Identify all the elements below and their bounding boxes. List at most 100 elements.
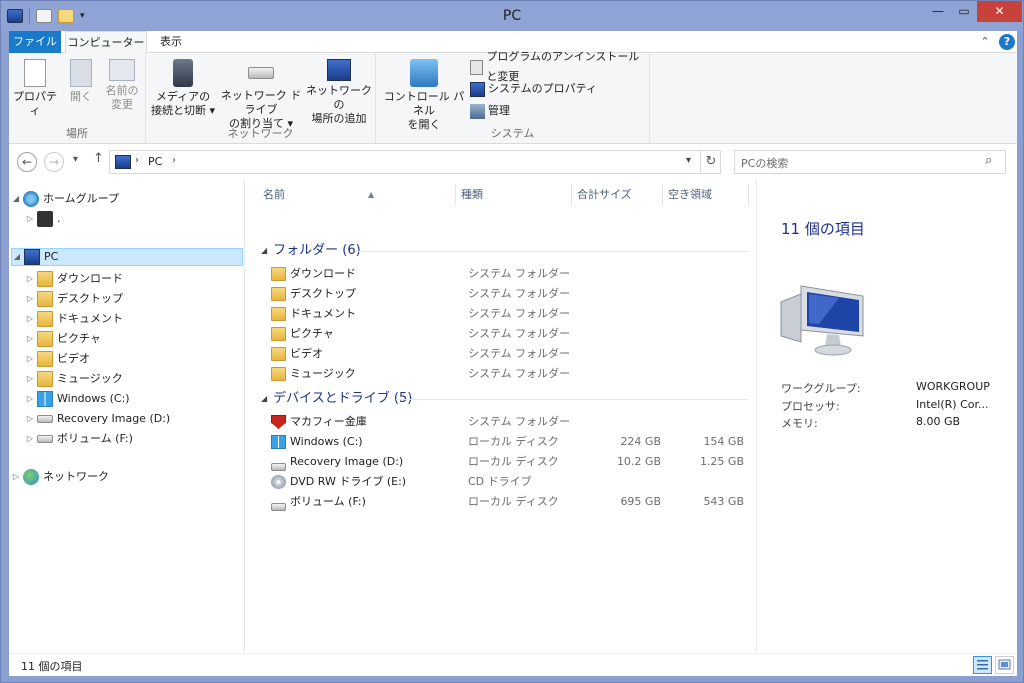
- tree-expand-icon[interactable]: ▷: [25, 390, 35, 408]
- tree-expand-icon[interactable]: ▷: [25, 370, 35, 388]
- details-view-button[interactable]: [973, 656, 992, 674]
- tree-item-user[interactable]: ▷ .: [25, 210, 61, 228]
- column-divider[interactable]: [748, 184, 749, 206]
- item-type: ローカル ディスク: [468, 495, 559, 508]
- list-item[interactable]: デスクトップ システム フォルダー: [261, 284, 756, 304]
- manage-icon: [470, 103, 485, 119]
- list-item[interactable]: ビデオ システム フォルダー: [261, 344, 756, 364]
- properties-button[interactable]: プロパティ: [12, 59, 58, 118]
- tree-expand-icon[interactable]: ▷: [25, 410, 35, 428]
- list-item[interactable]: マカフィー金庫 システム フォルダー: [261, 412, 756, 432]
- tree-item-pictures[interactable]: ▷ ピクチャ: [25, 330, 101, 348]
- search-icon[interactable]: ⌕: [985, 153, 992, 168]
- tree-item-homegroup[interactable]: ◢ ホームグループ: [11, 190, 119, 208]
- list-item[interactable]: ピクチャ システム フォルダー: [261, 324, 756, 344]
- tree-item-downloads[interactable]: ▷ ダウンロード: [25, 270, 123, 288]
- help-icon[interactable]: ?: [999, 34, 1015, 50]
- media-connect-button[interactable]: メディアの 接続と切断 ▾: [150, 59, 216, 118]
- map-drive-label-1: ネットワーク ドライブ: [220, 89, 302, 116]
- item-free-space: 543 GB: [703, 495, 744, 508]
- up-button[interactable]: ↑: [93, 151, 104, 166]
- tree-item-pc[interactable]: ◢ PC: [11, 248, 243, 266]
- column-header-total-size[interactable]: 合計サイズ: [577, 184, 662, 206]
- group-collapse-icon[interactable]: ◢: [261, 241, 267, 261]
- tree-expand-icon[interactable]: ▷: [25, 430, 35, 448]
- tree-expand-icon[interactable]: ▷: [11, 468, 21, 486]
- rename-button[interactable]: 名前の 変更: [101, 59, 143, 112]
- system-properties-button[interactable]: システムのプロパティ: [470, 79, 597, 99]
- item-name: ボリューム (F:): [290, 495, 366, 508]
- group-header-devices[interactable]: ◢ デバイスとドライブ (5): [261, 389, 412, 409]
- item-type: システム フォルダー: [468, 327, 571, 340]
- tree-item-music[interactable]: ▷ ミュージック: [25, 370, 123, 388]
- minimize-button[interactable]: —: [925, 1, 951, 22]
- windows-drive-icon: [37, 391, 53, 407]
- tree-expand-icon[interactable]: ◢: [12, 248, 22, 266]
- rename-label-2: 変更: [111, 98, 133, 111]
- refresh-button[interactable]: ↻: [700, 151, 721, 173]
- item-type: システム フォルダー: [468, 367, 571, 380]
- tree-expand-icon[interactable]: ▷: [25, 270, 35, 288]
- breadcrumb-chevron-icon[interactable]: ›: [172, 155, 176, 166]
- tree-label: Windows (C:): [57, 392, 130, 405]
- recent-locations-icon[interactable]: ▾: [73, 154, 78, 165]
- item-type: ローカル ディスク: [468, 435, 559, 448]
- item-type: ローカル ディスク: [468, 455, 559, 468]
- open-label: 開く: [70, 90, 92, 103]
- group-header-folders[interactable]: ◢ フォルダー (6): [261, 241, 361, 261]
- open-control-panel-button[interactable]: コントロール パネル を開く: [380, 59, 468, 132]
- list-item[interactable]: Windows (C:) ローカル ディスク 224 GB 154 GB: [261, 432, 756, 452]
- tree-expand-icon[interactable]: ▷: [25, 350, 35, 368]
- tab-file[interactable]: ファイル: [9, 31, 61, 53]
- list-item[interactable]: ダウンロード システム フォルダー: [261, 264, 756, 284]
- tree-expand-icon[interactable]: ▷: [25, 210, 35, 228]
- collapse-ribbon-icon[interactable]: ⌃: [977, 34, 993, 50]
- column-header-name[interactable]: ▲ 名前: [263, 184, 453, 206]
- tree-expand-icon[interactable]: ◢: [11, 190, 21, 208]
- list-item[interactable]: ミュージック システム フォルダー: [261, 364, 756, 384]
- tree-item-desktop[interactable]: ▷ デスクトップ: [25, 290, 123, 308]
- item-name: ドキュメント: [290, 307, 356, 320]
- tree-expand-icon[interactable]: ▷: [25, 290, 35, 308]
- rename-label-1: 名前の: [105, 84, 139, 97]
- tab-computer[interactable]: コンピューター: [65, 31, 147, 54]
- breadcrumb-pc[interactable]: PC: [148, 155, 162, 168]
- address-dropdown-icon[interactable]: ▾: [686, 155, 691, 166]
- tree-item-drive-f[interactable]: ▷ ボリューム (F:): [25, 430, 133, 448]
- list-item[interactable]: DVD RW ドライブ (E:) CD ドライブ: [261, 472, 756, 492]
- tree-item-drive-d[interactable]: ▷ Recovery Image (D:): [25, 410, 170, 428]
- group-collapse-icon[interactable]: ◢: [261, 389, 267, 409]
- large-icons-view-button[interactable]: [995, 656, 1014, 674]
- column-divider[interactable]: [662, 184, 663, 206]
- processor-label: プロセッサ:: [781, 400, 840, 413]
- search-input[interactable]: PCの検索 ⌕: [734, 150, 1006, 174]
- breadcrumb-chevron-icon[interactable]: ›: [135, 155, 139, 166]
- add-network-location-button[interactable]: ネットワークの 場所の追加: [304, 59, 374, 126]
- uninstall-programs-button[interactable]: プログラムのアンインストールと変更: [470, 50, 649, 83]
- item-type: システム フォルダー: [468, 347, 571, 360]
- item-free-space: 154 GB: [703, 435, 744, 448]
- tree-item-network[interactable]: ▷ ネットワーク: [11, 468, 109, 486]
- manage-button[interactable]: 管理: [470, 101, 510, 121]
- forward-button[interactable]: →: [44, 152, 64, 172]
- column-header-type[interactable]: 種類: [461, 184, 571, 206]
- open-button[interactable]: 開く: [61, 59, 101, 104]
- list-item[interactable]: Recovery Image (D:) ローカル ディスク 10.2 GB 1.…: [261, 452, 756, 472]
- file-list: ▲ 名前 種類 合計サイズ 空き領域 ◢ フォルダー (6) ダウンロード シス…: [246, 180, 756, 653]
- tree-item-videos[interactable]: ▷ ビデオ: [25, 350, 90, 368]
- tree-expand-icon[interactable]: ▷: [25, 310, 35, 328]
- tree-item-documents[interactable]: ▷ ドキュメント: [25, 310, 123, 328]
- tree-expand-icon[interactable]: ▷: [25, 330, 35, 348]
- list-item[interactable]: ドキュメント システム フォルダー: [261, 304, 756, 324]
- maximize-button[interactable]: ▭: [951, 1, 977, 22]
- back-button[interactable]: ←: [17, 152, 37, 172]
- tab-view[interactable]: 表示: [149, 31, 193, 53]
- address-bar[interactable]: › PC › ▾ ↻: [109, 150, 721, 174]
- map-drive-button[interactable]: ネットワーク ドライブ の割り当て ▾: [216, 59, 306, 131]
- tree-item-drive-c[interactable]: ▷ Windows (C:): [25, 390, 130, 408]
- column-header-free-space[interactable]: 空き領域: [668, 184, 748, 206]
- column-divider[interactable]: [571, 184, 572, 206]
- column-divider[interactable]: [455, 184, 456, 206]
- close-button[interactable]: ✕: [977, 1, 1022, 22]
- list-item[interactable]: ボリューム (F:) ローカル ディスク 695 GB 543 GB: [261, 492, 756, 512]
